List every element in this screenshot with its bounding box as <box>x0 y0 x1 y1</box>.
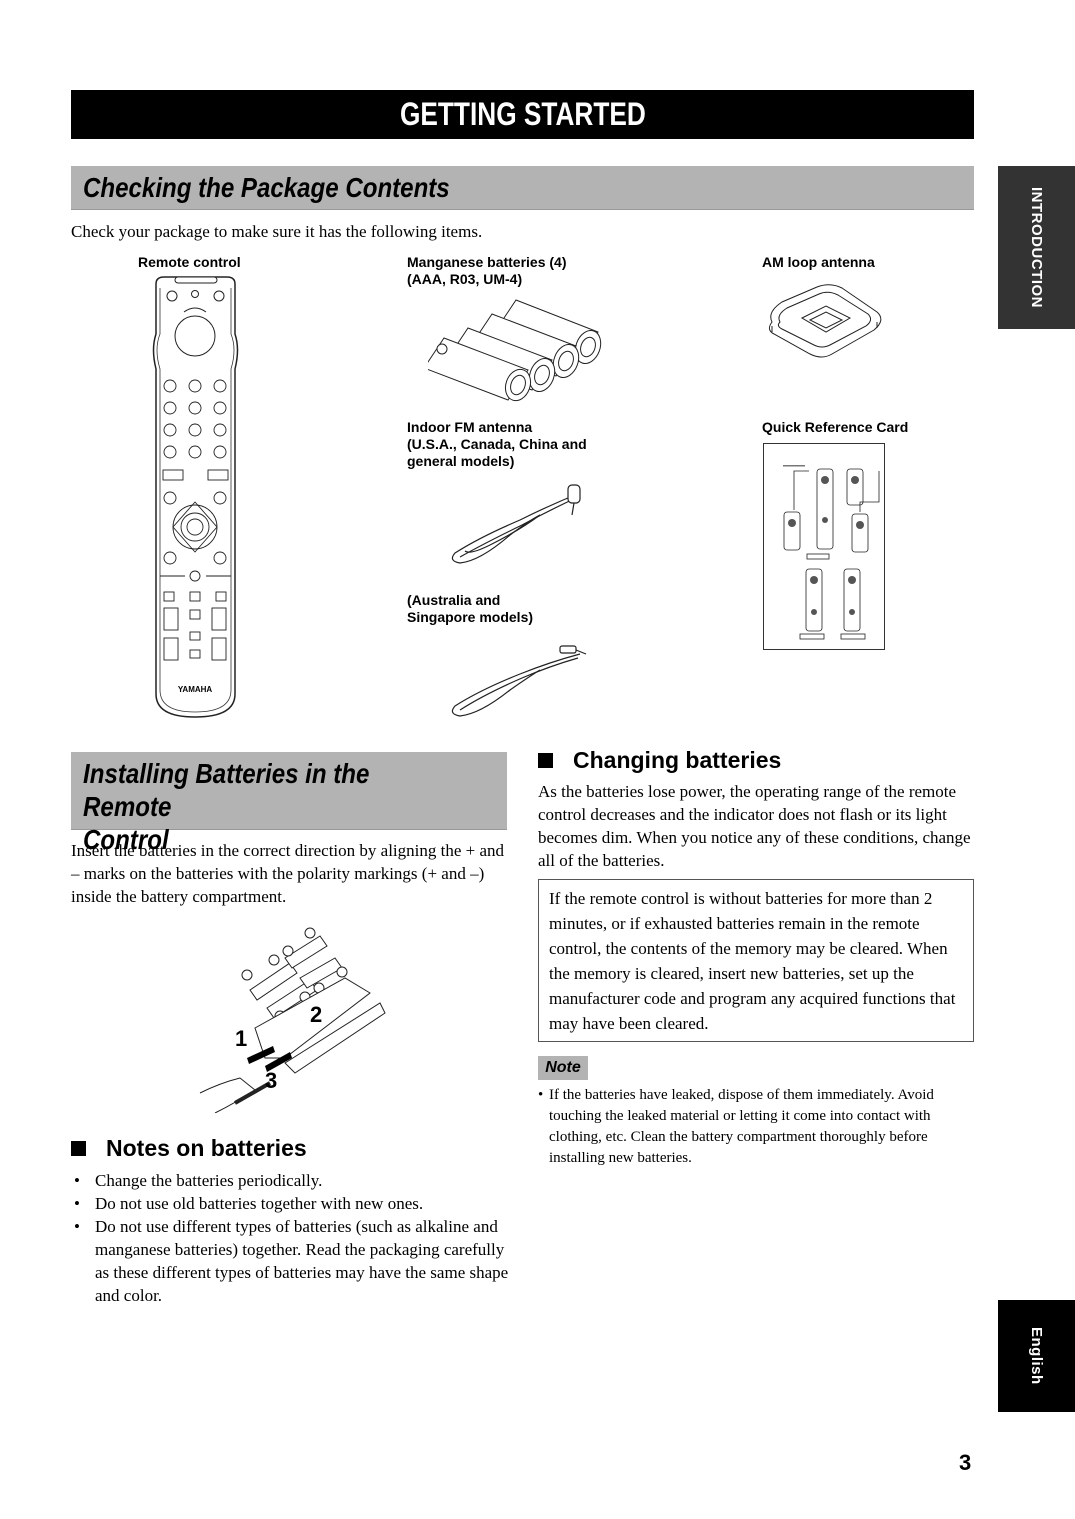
item-label-batteries: Manganese batteries (4) (AAA, R03, UM-4) <box>407 254 567 287</box>
note-list: If the batteries have leaked, dispose of… <box>538 1085 974 1169</box>
list-item: Do not use different types of batteries … <box>71 1215 511 1307</box>
step-1-label: 1 <box>235 1026 247 1051</box>
section-heading-installing-batteries: Installing Batteries in the Remote Contr… <box>71 752 507 855</box>
page-number: 3 <box>959 1450 972 1475</box>
quick-reference-card-illustration <box>763 443 885 650</box>
item-label-quick-reference-card: Quick Reference Card <box>762 419 909 435</box>
square-bullet-icon <box>71 1141 86 1156</box>
batteries-illustration <box>428 292 608 402</box>
installing-instructions: Insert the batteries in the correct dire… <box>71 841 505 906</box>
square-bullet-icon <box>538 753 553 768</box>
am-loop-antenna-illustration <box>762 282 887 362</box>
battery-installation-diagram: 1 2 3 <box>195 918 390 1113</box>
side-tab-language: English <box>998 1300 1075 1412</box>
package-intro-text: Check your package to make sure it has t… <box>71 222 483 241</box>
section-heading-package-contents: Checking the Package Contents <box>71 166 974 210</box>
step-2-label: 2 <box>310 1002 322 1027</box>
item-label-remote-control: Remote control <box>138 254 241 270</box>
remote-brand-label: YAMAHA <box>178 685 213 694</box>
remote-control-illustration: YAMAHA <box>148 274 243 720</box>
note-label: Note <box>538 1056 588 1080</box>
list-item: If the batteries have leaked, dispose of… <box>538 1085 974 1169</box>
banner-title: GETTING STARTED <box>399 96 646 132</box>
item-label-fm-antenna: Indoor FM antenna (U.S.A., Canada, China… <box>407 419 587 469</box>
notes-on-batteries-list: Change the batteries periodically. Do no… <box>71 1169 511 1307</box>
fm-antenna-illustration-1 <box>440 475 590 570</box>
list-item: Change the batteries periodically. <box>71 1169 511 1192</box>
side-tab-introduction: INTRODUCTION <box>998 166 1075 329</box>
heading-changing-batteries: Changing batteries <box>538 747 781 774</box>
changing-batteries-text: As the batteries lose power, the operati… <box>538 782 971 870</box>
page-banner: GETTING STARTED <box>71 90 974 139</box>
step-3-label: 3 <box>265 1068 277 1093</box>
heading-notes-on-batteries: Notes on batteries <box>71 1135 307 1162</box>
list-item: Do not use old batteries together with n… <box>71 1192 511 1215</box>
item-label-fm-antenna-au: (Australia and Singapore models) <box>407 592 534 625</box>
fm-antenna-illustration-2 <box>440 632 590 722</box>
memory-warning-box: If the remote control is without batteri… <box>538 879 974 1042</box>
item-label-am-antenna: AM loop antenna <box>762 254 875 270</box>
